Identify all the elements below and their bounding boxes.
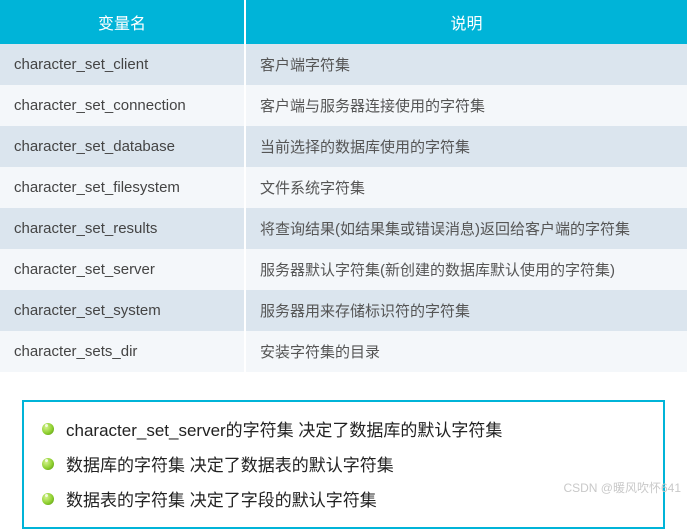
col-header-name: 变量名 <box>0 0 245 44</box>
cell-description: 安装字符集的目录 <box>245 331 687 372</box>
cell-description: 文件系统字符集 <box>245 167 687 208</box>
table-row: character_set_filesystem文件系统字符集 <box>0 167 687 208</box>
cell-variable-name: character_set_system <box>0 290 245 331</box>
watermark: CSDN @暖风吹怀641 <box>563 479 681 496</box>
cell-variable-name: character_set_filesystem <box>0 167 245 208</box>
note-text: character_set_server的字符集 决定了数据库的默认字符集 <box>66 416 502 441</box>
bullet-icon <box>42 423 54 435</box>
cell-description: 客户端与服务器连接使用的字符集 <box>245 85 687 126</box>
notes-box: character_set_server的字符集 决定了数据库的默认字符集数据库… <box>22 400 665 529</box>
table-row: character_set_server服务器默认字符集(新创建的数据库默认使用… <box>0 249 687 290</box>
charset-table: 变量名 说明 character_set_client客户端字符集charact… <box>0 0 687 372</box>
cell-variable-name: character_set_results <box>0 208 245 249</box>
note-item: 数据库的字符集 决定了数据表的默认字符集 <box>42 451 645 476</box>
table-row: character_set_connection客户端与服务器连接使用的字符集 <box>0 85 687 126</box>
cell-variable-name: character_set_client <box>0 44 245 85</box>
cell-variable-name: character_set_connection <box>0 85 245 126</box>
note-text: 数据表的字符集 决定了字段的默认字符集 <box>66 486 377 511</box>
cell-description: 客户端字符集 <box>245 44 687 85</box>
table-row: character_set_client客户端字符集 <box>0 44 687 85</box>
bullet-icon <box>42 493 54 505</box>
note-item: character_set_server的字符集 决定了数据库的默认字符集 <box>42 416 645 441</box>
cell-variable-name: character_sets_dir <box>0 331 245 372</box>
col-header-desc: 说明 <box>245 0 687 44</box>
note-text: 数据库的字符集 决定了数据表的默认字符集 <box>66 451 394 476</box>
cell-variable-name: character_set_database <box>0 126 245 167</box>
bullet-icon <box>42 458 54 470</box>
cell-description: 当前选择的数据库使用的字符集 <box>245 126 687 167</box>
cell-description: 将查询结果(如结果集或错误消息)返回给客户端的字符集 <box>245 208 687 249</box>
table-row: character_set_database当前选择的数据库使用的字符集 <box>0 126 687 167</box>
note-item: 数据表的字符集 决定了字段的默认字符集 <box>42 486 645 511</box>
table-row: character_sets_dir安装字符集的目录 <box>0 331 687 372</box>
charset-table-body: character_set_client客户端字符集character_set_… <box>0 44 687 372</box>
table-row: character_set_system服务器用来存储标识符的字符集 <box>0 290 687 331</box>
table-row: character_set_results将查询结果(如结果集或错误消息)返回给… <box>0 208 687 249</box>
cell-description: 服务器用来存储标识符的字符集 <box>245 290 687 331</box>
cell-description: 服务器默认字符集(新创建的数据库默认使用的字符集) <box>245 249 687 290</box>
cell-variable-name: character_set_server <box>0 249 245 290</box>
